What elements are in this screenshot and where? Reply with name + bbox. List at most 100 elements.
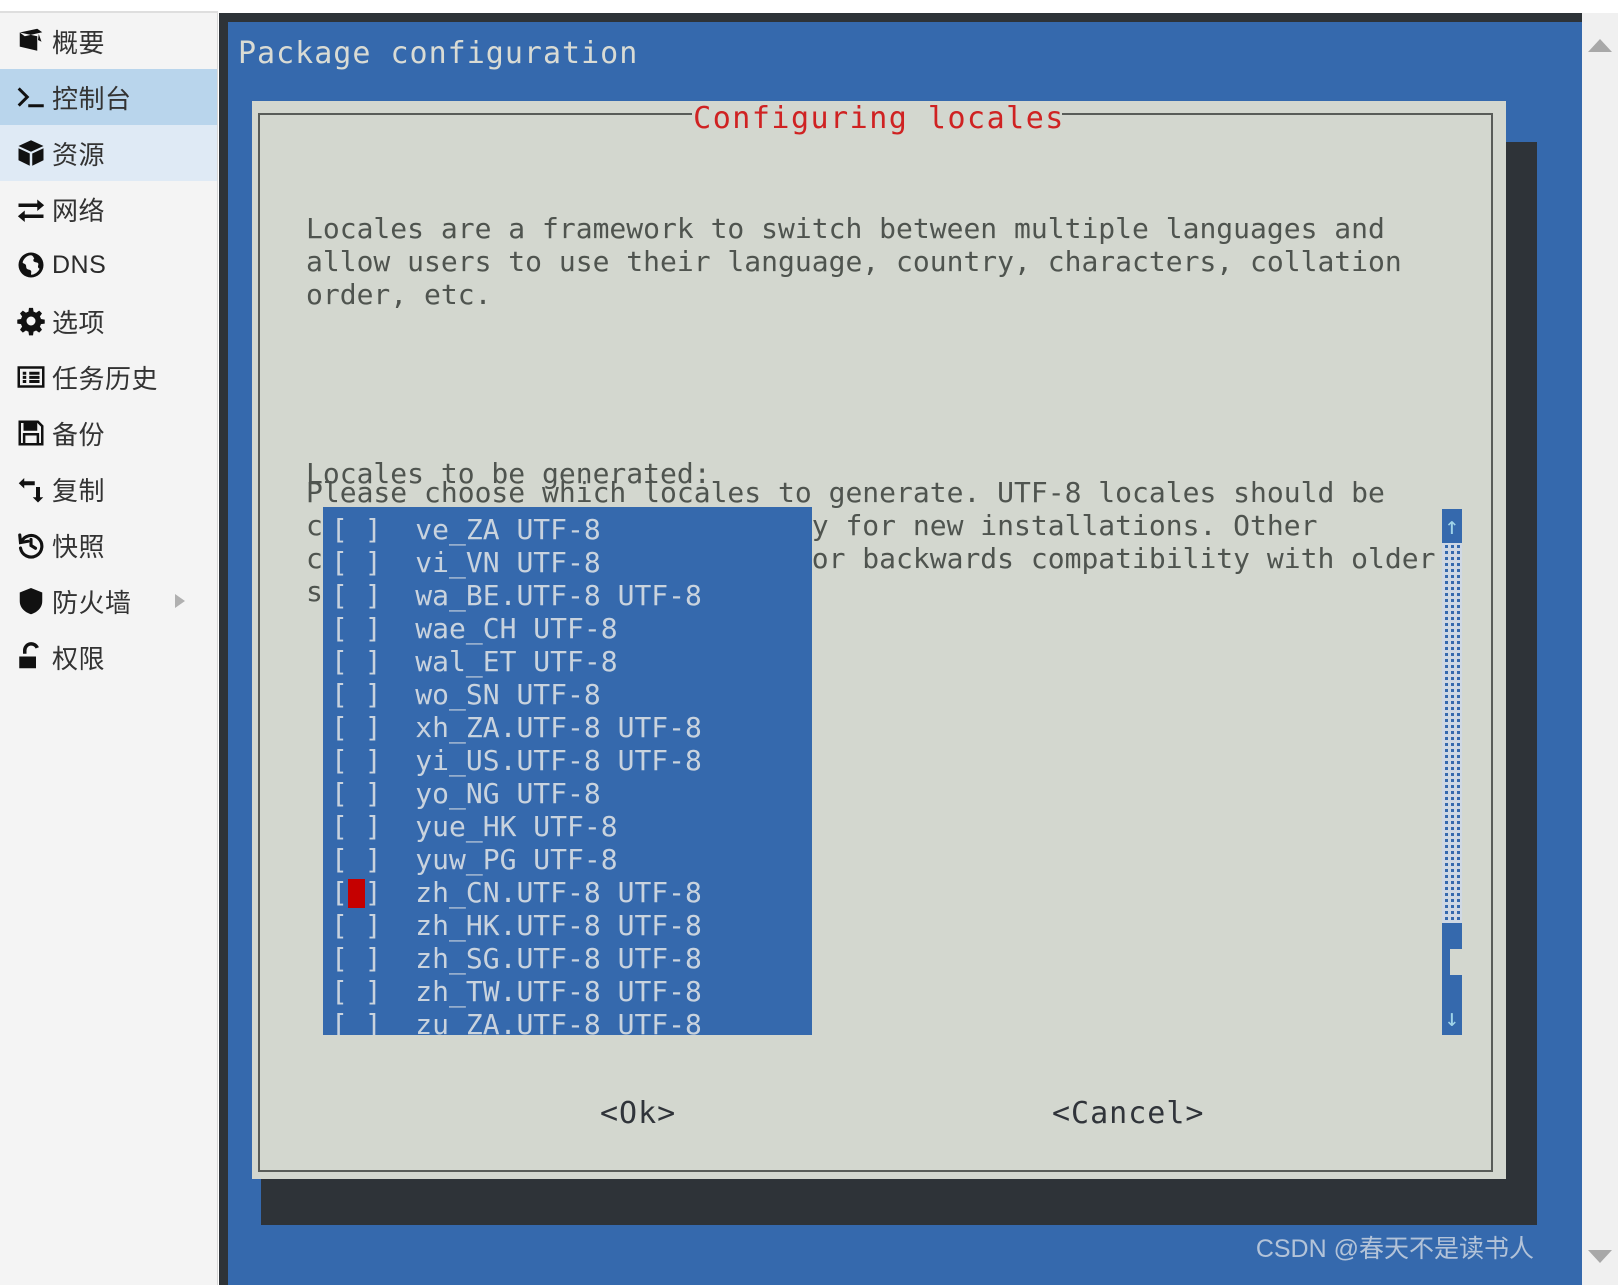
scrollbar-thumb-notch xyxy=(1450,949,1462,975)
cursor-block xyxy=(348,879,365,908)
locale-row[interactable]: [ ] xh_ZA.UTF-8 UTF-8 xyxy=(331,711,812,744)
locale-checkbox[interactable]: [ ] xyxy=(331,810,415,843)
sidebar-item-package[interactable]: 资源 xyxy=(0,125,217,181)
scroll-down-arrow-icon[interactable]: ↓ xyxy=(1442,1001,1462,1035)
watermark: CSDN @春天不是读书人 xyxy=(1255,1235,1534,1263)
locale-label: zu_ZA.UTF-8 UTF-8 xyxy=(415,1008,702,1035)
locale-row[interactable]: [ ] zh_SG.UTF-8 UTF-8 xyxy=(331,942,812,975)
locale-label: zh_TW.UTF-8 UTF-8 xyxy=(415,975,702,1008)
locales-scrollbar[interactable]: ↑ ↓ xyxy=(1442,509,1462,1035)
locale-checkbox[interactable]: [ ] xyxy=(331,744,415,777)
locale-label: vi_VN UTF-8 xyxy=(415,546,601,579)
sidebar-item-globe[interactable]: DNS xyxy=(0,237,217,293)
sidebar-item-label: 权限 xyxy=(52,643,106,674)
sidebar-item-label: 概要 xyxy=(52,27,106,58)
terminal-window: Package configuration Configuring locale… xyxy=(219,13,1582,1285)
sidebar-item-book[interactable]: 概要 xyxy=(0,13,217,69)
locale-label: yuw_PG UTF-8 xyxy=(415,843,618,876)
sidebar-item-label: 任务历史 xyxy=(52,363,159,394)
locale-checkbox[interactable]: [ ] xyxy=(331,876,415,909)
sidebar-item-label: 防火墙 xyxy=(52,587,132,618)
locale-row[interactable]: [ ] wa_BE.UTF-8 UTF-8 xyxy=(331,579,812,612)
sidebar-item-network[interactable]: 网络 xyxy=(0,181,217,237)
package-icon xyxy=(10,138,52,168)
gear-icon xyxy=(10,306,52,336)
page-scrollbar[interactable] xyxy=(1582,13,1618,1285)
globe-icon xyxy=(10,250,52,280)
unlock-icon xyxy=(10,642,52,672)
locale-checkbox[interactable]: [ ] xyxy=(331,1008,415,1035)
locale-row[interactable]: [ ] wae_CH UTF-8 xyxy=(331,612,812,645)
locale-checkbox[interactable]: [ ] xyxy=(331,909,415,942)
locale-row[interactable]: [ ] yo_NG UTF-8 xyxy=(331,777,812,810)
locale-checkbox[interactable]: [ ] xyxy=(331,612,415,645)
replicate-icon xyxy=(10,474,52,504)
sidebar-item-label: 选项 xyxy=(52,307,106,338)
sidebar-item-list[interactable]: 任务历史 xyxy=(0,349,217,405)
locale-label: zh_CN.UTF-8 UTF-8 xyxy=(415,876,702,909)
locale-checkbox[interactable]: [ ] xyxy=(331,678,415,711)
locale-label: wo_SN UTF-8 xyxy=(415,678,601,711)
scroll-up-arrow-icon[interactable]: ↑ xyxy=(1442,509,1462,543)
app-root: 概要控制台资源网络 DNS 选项任务历史备份复制快照防火墙权限 Package co… xyxy=(0,0,1618,1285)
locale-label: zh_SG.UTF-8 UTF-8 xyxy=(415,942,702,975)
book-icon xyxy=(10,26,52,56)
sidebar-item-console[interactable]: 控制台 xyxy=(0,69,217,125)
shield-icon xyxy=(10,586,52,616)
locale-checkbox[interactable]: [ ] xyxy=(331,711,415,744)
locale-checkbox[interactable]: [ ] xyxy=(331,513,415,546)
sidebar-item-history[interactable]: 快照 xyxy=(0,517,217,573)
sidebar-item-replicate[interactable]: 复制 xyxy=(0,461,217,517)
page-scroll-up-icon[interactable] xyxy=(1588,39,1612,52)
locale-checkbox[interactable]: [ ] xyxy=(331,975,415,1008)
locale-checkbox[interactable]: [ ] xyxy=(331,645,415,678)
locale-row[interactable]: [ ] zh_HK.UTF-8 UTF-8 xyxy=(331,909,812,942)
locale-label: yi_US.UTF-8 UTF-8 xyxy=(415,744,702,777)
cancel-button[interactable]: <Cancel> xyxy=(1052,1096,1205,1131)
page-scroll-down-icon[interactable] xyxy=(1588,1250,1612,1263)
dialog-paragraph-1: Locales are a framework to switch betwee… xyxy=(306,212,1402,311)
chevron-right-icon[interactable] xyxy=(175,594,185,608)
sidebar-item-label: 资源 xyxy=(52,139,106,170)
locale-row[interactable]: [ ] wo_SN UTF-8 xyxy=(331,678,812,711)
sidebar-item-save[interactable]: 备份 xyxy=(0,405,217,461)
locale-row[interactable]: [ ] zu_ZA.UTF-8 UTF-8 xyxy=(331,1008,812,1035)
locale-label: wal_ET UTF-8 xyxy=(415,645,618,678)
locale-row[interactable]: [ ] yuw_PG UTF-8 xyxy=(331,843,812,876)
sidebar-item-unlock[interactable]: 权限 xyxy=(0,629,217,685)
locale-row[interactable]: [ ] vi_VN UTF-8 xyxy=(331,546,812,579)
locale-row[interactable]: [ ] zh_CN.UTF-8 UTF-8 xyxy=(331,876,812,909)
save-icon xyxy=(10,418,52,448)
dialog-paragraph-spacer xyxy=(306,377,1486,410)
locale-label: yue_HK UTF-8 xyxy=(415,810,618,843)
sidebar-item-gear[interactable]: 选项 xyxy=(0,293,217,349)
sidebar-item-label: DNS xyxy=(52,250,107,279)
locale-checkbox[interactable]: [ ] xyxy=(331,777,415,810)
terminal-header: Package configuration xyxy=(238,36,639,71)
sidebar-item-label: 网络 xyxy=(52,195,106,226)
sidebar: 概要控制台资源网络 DNS 选项任务历史备份复制快照防火墙权限 xyxy=(0,13,218,1285)
locale-row[interactable]: [ ] ve_ZA UTF-8 xyxy=(331,513,812,546)
list-icon xyxy=(10,362,52,392)
locale-checkbox[interactable]: [ ] xyxy=(331,843,415,876)
locale-checkbox[interactable]: [ ] xyxy=(331,579,415,612)
sidebar-item-label: 快照 xyxy=(52,531,106,562)
ok-button[interactable]: <Ok> xyxy=(600,1096,676,1131)
locales-list-label: Locales to be generated: xyxy=(306,457,711,490)
locales-listbox[interactable]: [ ] ve_ZA UTF-8[ ] vi_VN UTF-8[ ] wa_BE.… xyxy=(323,507,812,1035)
locale-checkbox[interactable]: [ ] xyxy=(331,546,415,579)
locale-row[interactable]: [ ] yi_US.UTF-8 UTF-8 xyxy=(331,744,812,777)
sidebar-item-label: 复制 xyxy=(52,475,106,506)
locale-label: ve_ZA UTF-8 xyxy=(415,513,601,546)
locale-row[interactable]: [ ] zh_TW.UTF-8 UTF-8 xyxy=(331,975,812,1008)
console-icon xyxy=(10,82,52,112)
locale-row[interactable]: [ ] wal_ET UTF-8 xyxy=(331,645,812,678)
history-icon xyxy=(10,530,52,560)
sidebar-item-label: 备份 xyxy=(52,419,106,450)
locale-checkbox[interactable]: [ ] xyxy=(331,942,415,975)
sidebar-item-shield[interactable]: 防火墙 xyxy=(0,573,217,629)
top-strip xyxy=(0,0,1618,13)
locale-row[interactable]: [ ] yue_HK UTF-8 xyxy=(331,810,812,843)
terminal-gutter-bottom xyxy=(261,1177,1537,1225)
dialog-title: Configuring locales xyxy=(693,101,1065,136)
